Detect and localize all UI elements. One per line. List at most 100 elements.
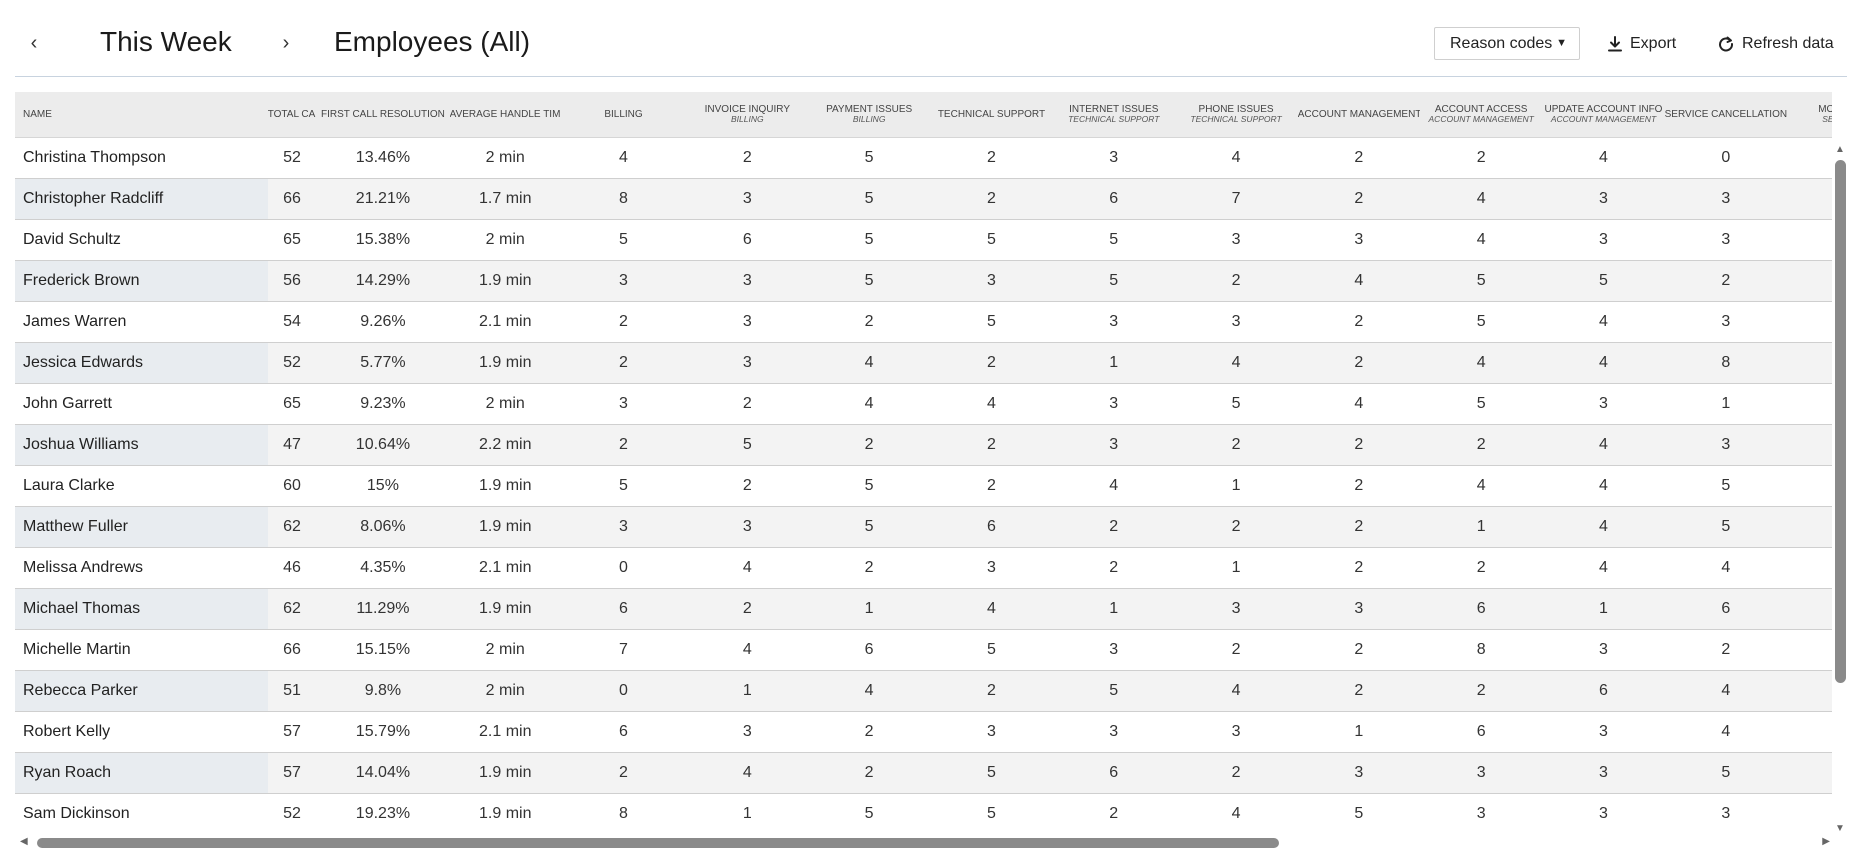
table-cell: 3: [1174, 301, 1298, 343]
next-period-button[interactable]: ›: [276, 28, 296, 58]
export-button[interactable]: Export: [1608, 30, 1676, 58]
table-cell: 3: [1664, 219, 1787, 261]
horizontal-scroll-thumb[interactable]: [37, 838, 1279, 848]
table-cell: 15.79%: [316, 711, 450, 753]
employee-name-cell: Melissa Andrews: [15, 547, 268, 589]
column-header[interactable]: PAYMENT ISSUES BILLING: [808, 92, 930, 138]
table-row[interactable]: Jessica Edwards 52 5.77% 1.9 min 2 3 4 2 1 4 2 4 4 8: [15, 342, 1832, 384]
column-header[interactable]: AVERAGE HANDLE TIME: [449, 92, 561, 138]
scroll-right-icon[interactable]: ▶: [1822, 836, 1830, 847]
table-cell: 1.9 min: [449, 506, 561, 548]
table-cell: 1: [1174, 465, 1298, 507]
table-cell: 4: [1664, 547, 1787, 589]
table-row[interactable]: John Garrett 65 9.23% 2 min 3 2 4 4 3 5 4 5 3 1: [15, 383, 1832, 425]
column-header[interactable]: NAME: [15, 92, 268, 138]
scroll-up-icon[interactable]: ▲: [1835, 144, 1845, 155]
table-cell: 2: [1297, 137, 1421, 179]
table-cell: 15.38%: [316, 219, 450, 261]
reason-codes-select[interactable]: Reason codes ▼: [1434, 27, 1580, 60]
table-cell: 6: [929, 506, 1054, 548]
table-cell: 5: [1297, 793, 1421, 832]
table-cell: [1786, 260, 1832, 302]
horizontal-scrollbar[interactable]: ◀ ▶: [15, 834, 1832, 850]
table-row[interactable]: Christopher Radcliff 66 21.21% 1.7 min 8 3 5 2 6…: [15, 178, 1832, 220]
column-header[interactable]: MOVISER: [1786, 92, 1832, 138]
column-header[interactable]: TOTAL CALLS: [267, 92, 317, 138]
table-cell: 1: [1174, 547, 1298, 589]
table-cell: [1786, 301, 1832, 343]
table-cell: 9.26%: [316, 301, 450, 343]
table-cell: 5: [808, 793, 930, 832]
column-header-label: ACCOUNT MANAGEMENT: [1297, 108, 1421, 120]
table-cell: 2: [1664, 260, 1787, 302]
table-row[interactable]: Sam Dickinson 52 19.23% 1.9 min 8 1 5 5 2 4 5 3 3 3: [15, 793, 1832, 832]
table-cell: [1786, 342, 1832, 384]
employee-name-cell: Michael Thomas: [15, 588, 268, 630]
column-header-category: TECHNICAL SUPPORT: [1190, 114, 1282, 125]
table-row[interactable]: David Schultz 65 15.38% 2 min 5 6 5 5 5 3 3 4 3 3: [15, 219, 1832, 261]
table-cell: [1786, 178, 1832, 220]
column-header[interactable]: ACCOUNT MANAGEMENT: [1297, 92, 1421, 138]
table-cell: 5: [1174, 383, 1298, 425]
table-cell: 5: [686, 424, 809, 466]
table-row[interactable]: Melissa Andrews 46 4.35% 2.1 min 0 4 2 3 2 1 2 2 4 4: [15, 547, 1832, 589]
table-row[interactable]: Michelle Martin 66 15.15% 2 min 7 4 6 5 3 2 2 8 3 2: [15, 629, 1832, 671]
employee-table: NAME TOTAL CALLSFIRST CALL RESOLUTION AVER…: [15, 92, 1832, 832]
export-label: Export: [1630, 35, 1677, 52]
column-header[interactable]: SERVICE CANCELLATION: [1664, 92, 1787, 138]
scroll-down-icon[interactable]: ▼: [1835, 823, 1845, 834]
scroll-left-icon[interactable]: ◀: [20, 836, 28, 847]
table-cell: 2 min: [449, 383, 561, 425]
table-row[interactable]: James Warren 54 9.26% 2.1 min 2 3 2 5 3 3 2 5 4 3: [15, 301, 1832, 343]
column-header-label: FIRST CALL RESOLUTION: [320, 108, 445, 120]
table-cell: 4: [1174, 670, 1298, 712]
refresh-label: Refresh data: [1742, 35, 1834, 52]
previous-period-button[interactable]: ‹: [24, 28, 44, 58]
table-cell: 1: [1297, 711, 1421, 753]
column-header[interactable]: FIRST CALL RESOLUTION: [316, 92, 450, 138]
column-header[interactable]: ACCOUNT ACCESS ACCOUNT MANAGEMENT: [1420, 92, 1543, 138]
table-row[interactable]: Ryan Roach 57 14.04% 1.9 min 2 4 2 5 6 2 3 3 3 5: [15, 752, 1832, 794]
table-cell: 21.21%: [316, 178, 450, 220]
table-cell: 3: [686, 342, 809, 384]
table-row[interactable]: Frederick Brown 56 14.29% 1.9 min 3 3 5 3 5 2 4 5 5 2: [15, 260, 1832, 302]
table-cell: 3: [1053, 629, 1175, 671]
column-header-label: BILLING: [604, 108, 643, 120]
table-cell: [1786, 219, 1832, 261]
column-header[interactable]: INVOICE INQUIRY BILLING: [686, 92, 809, 138]
table-row[interactable]: Laura Clarke 60 15% 1.9 min 5 2 5 2 4 1 2 4 4 5: [15, 465, 1832, 507]
table-cell: 1: [1420, 506, 1543, 548]
vertical-scrollbar[interactable]: ▲ ▼: [1832, 144, 1848, 834]
table-cell: 8: [560, 793, 687, 832]
table-cell: [1786, 588, 1832, 630]
vertical-scroll-thumb[interactable]: [1835, 160, 1846, 683]
table-row[interactable]: Matthew Fuller 62 8.06% 1.9 min 3 3 5 6 2 2 2 1 4 5: [15, 506, 1832, 548]
column-header-label: AVERAGE HANDLE TIME: [449, 108, 561, 120]
table-cell: 7: [560, 629, 687, 671]
refresh-data-button[interactable]: Refresh data: [1718, 30, 1834, 58]
table-row[interactable]: Joshua Williams 47 10.64% 2.2 min 2 5 2 2 3 2 2 2 4 3: [15, 424, 1832, 466]
table-cell: 4: [1542, 424, 1665, 466]
employee-name-cell: Rebecca Parker: [15, 670, 268, 712]
table-row[interactable]: Robert Kelly 57 15.79% 2.1 min 6 3 2 3 3 3 1 6 3 4: [15, 711, 1832, 753]
table-cell: 2: [929, 465, 1054, 507]
table-cell: [1786, 547, 1832, 589]
table-row[interactable]: Rebecca Parker 51 9.8% 2 min 0 1 4 2 5 4 2 2 6 4: [15, 670, 1832, 712]
column-header[interactable]: INTERNET ISSUES TECHNICAL SUPPORT: [1053, 92, 1175, 138]
table-row[interactable]: Christina Thompson 52 13.46% 2 min 4 2 5 2 3 4 2 2 4…: [15, 137, 1832, 179]
column-header[interactable]: PHONE ISSUES TECHNICAL SUPPORT: [1174, 92, 1298, 138]
column-header[interactable]: TECHNICAL SUPPORT: [929, 92, 1054, 138]
table-cell: 47: [267, 424, 317, 466]
table-cell: 3: [1053, 137, 1175, 179]
table-cell: 46: [267, 547, 317, 589]
column-header[interactable]: BILLING: [560, 92, 687, 138]
table-cell: 56: [267, 260, 317, 302]
table-cell: 3: [1664, 178, 1787, 220]
employee-name-cell: Matthew Fuller: [15, 506, 268, 548]
table-row[interactable]: Michael Thomas 62 11.29% 1.9 min 6 2 1 4 1 3 3 6 1 6: [15, 588, 1832, 630]
column-header[interactable]: UPDATE ACCOUNT INFO ACCOUNT MANAGEMENT: [1542, 92, 1665, 138]
refresh-icon: [1719, 36, 1733, 52]
employee-name-cell: Sam Dickinson: [15, 793, 268, 832]
table-cell: 2: [560, 342, 687, 384]
table-cell: 2: [1420, 424, 1543, 466]
